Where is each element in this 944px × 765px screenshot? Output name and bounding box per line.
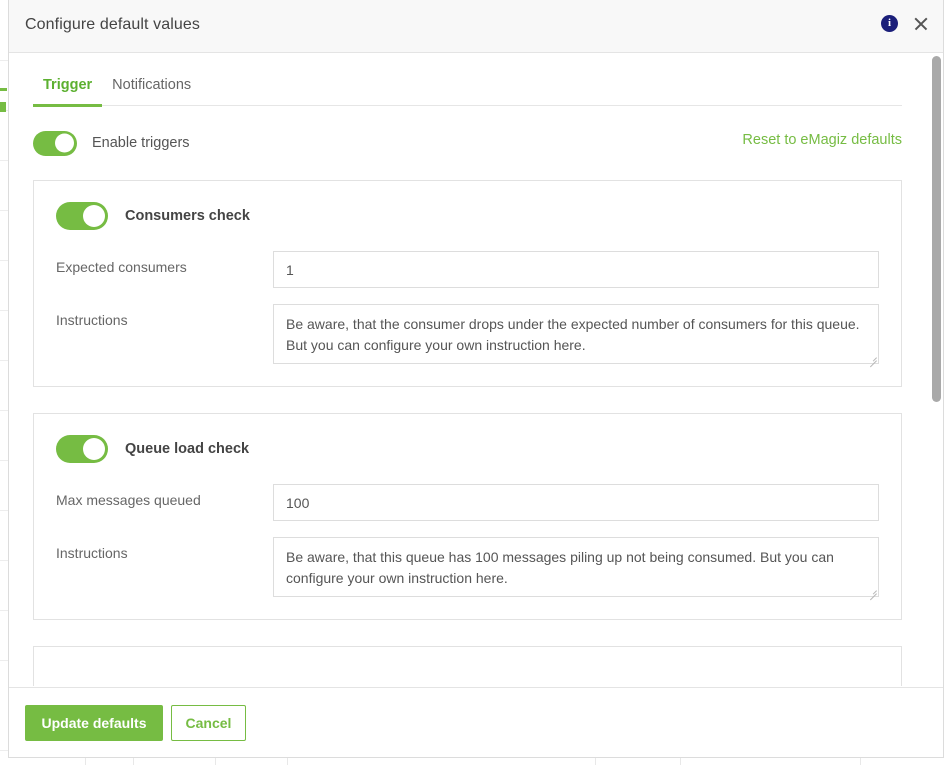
enable-triggers-row: Enable triggers Reset to eMagiz defaults [33, 128, 902, 158]
tab-notifications[interactable]: Notifications [102, 77, 201, 105]
update-defaults-button[interactable]: Update defaults [25, 705, 163, 741]
dialog-titlebar: Configure default values i [9, 0, 943, 53]
consumers-instructions-textarea[interactable]: Be aware, that the consumer drops under … [273, 304, 879, 364]
consumers-instructions-wrap: Be aware, that the consumer drops under … [273, 304, 879, 364]
tab-bar: Trigger Notifications [33, 53, 902, 106]
queue-load-check-card: Queue load check Max messages queued Ins… [33, 413, 902, 620]
consumers-check-title: Consumers check [125, 208, 250, 224]
reset-to-emagiz-defaults-link[interactable]: Reset to eMagiz defaults [742, 132, 902, 148]
max-messages-queued-row: Max messages queued [56, 484, 879, 521]
expected-consumers-row: Expected consumers [56, 251, 879, 288]
dialog-scrollbar[interactable] [930, 53, 943, 687]
consumers-check-card: Consumers check Expected consumers Instr… [33, 180, 902, 387]
tab-trigger[interactable]: Trigger [33, 77, 102, 105]
dialog-scrollbar-thumb[interactable] [932, 56, 941, 402]
queue-load-check-title: Queue load check [125, 441, 249, 457]
dialog-body: Trigger Notifications Enable triggers Re… [9, 53, 944, 687]
queue-instructions-label: Instructions [56, 537, 273, 561]
next-check-card-partial [33, 646, 902, 686]
info-circle-icon[interactable]: i [881, 15, 898, 32]
dialog-footer: Update defaults Cancel [9, 687, 944, 757]
cancel-button[interactable]: Cancel [171, 705, 246, 741]
queue-instructions-textarea[interactable]: Be aware, that this queue has 100 messag… [273, 537, 879, 597]
max-messages-queued-label: Max messages queued [56, 484, 273, 508]
background-accent [0, 102, 6, 112]
consumers-instructions-label: Instructions [56, 304, 273, 328]
dialog-title: Configure default values [25, 16, 200, 34]
background-accent [0, 88, 7, 91]
expected-consumers-input[interactable] [273, 251, 879, 288]
close-icon[interactable] [913, 16, 929, 32]
consumers-check-header: Consumers check [56, 201, 879, 231]
titlebar-actions: i [881, 15, 929, 32]
consumers-instructions-row: Instructions Be aware, that the consumer… [56, 304, 879, 364]
queue-instructions-wrap: Be aware, that this queue has 100 messag… [273, 537, 879, 597]
queue-load-check-toggle[interactable] [56, 435, 108, 463]
consumers-check-toggle[interactable] [56, 202, 108, 230]
max-messages-queued-input[interactable] [273, 484, 879, 521]
queue-instructions-row: Instructions Be aware, that this queue h… [56, 537, 879, 597]
enable-triggers-label: Enable triggers [92, 135, 190, 151]
expected-consumers-label: Expected consumers [56, 251, 273, 275]
queue-load-check-header: Queue load check [56, 434, 879, 464]
configure-default-values-dialog: Configure default values i Trigger Notif… [8, 0, 944, 758]
enable-triggers-toggle[interactable] [33, 131, 77, 156]
